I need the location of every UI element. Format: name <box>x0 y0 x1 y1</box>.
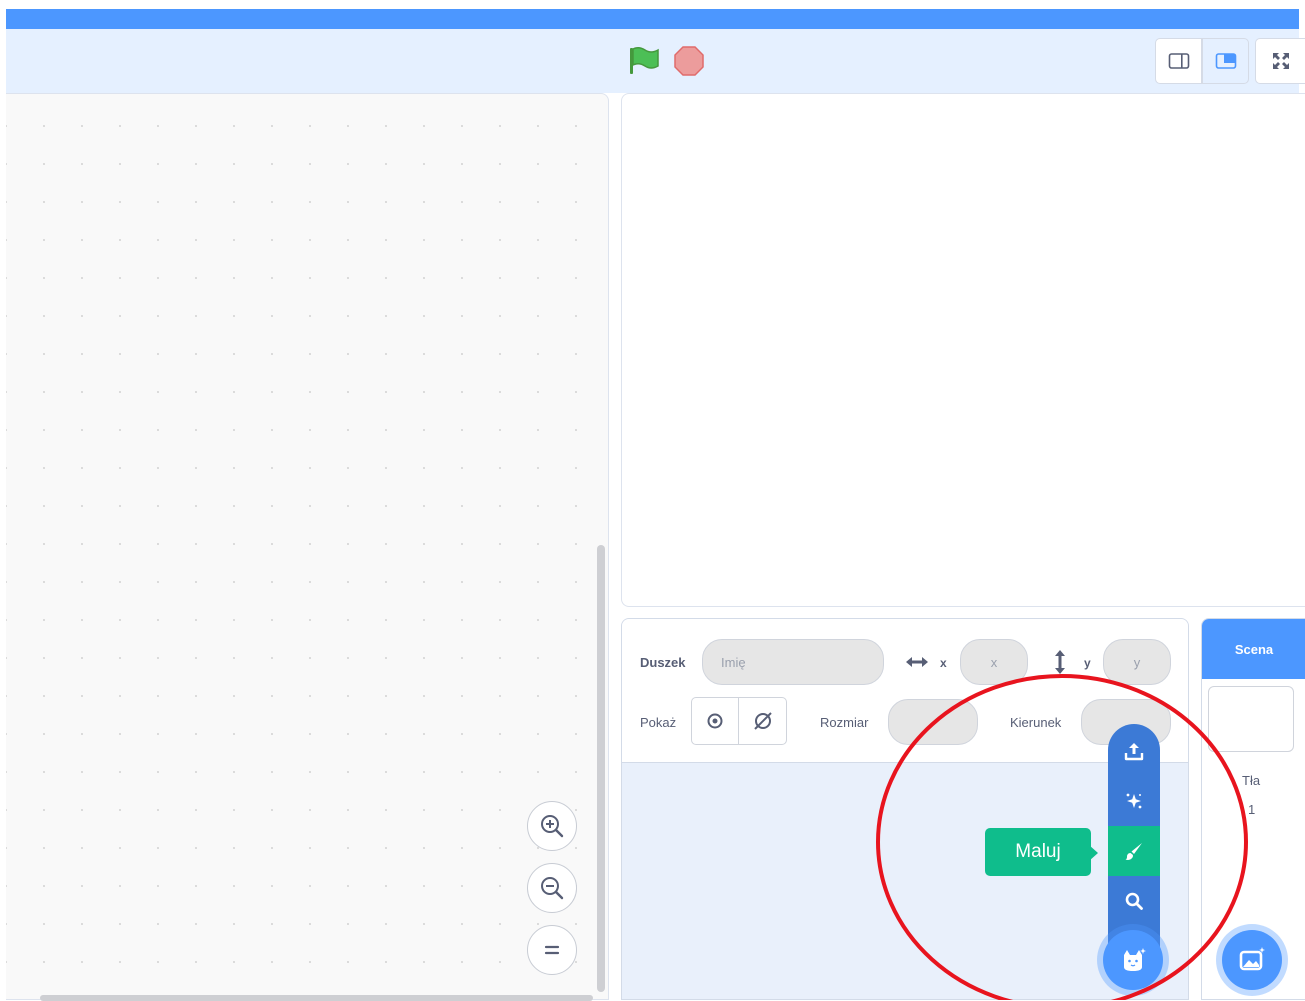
code-workspace[interactable] <box>6 93 609 1000</box>
stage-thumbnail[interactable] <box>1208 686 1294 752</box>
fullscreen-button[interactable] <box>1255 38 1305 84</box>
stop-icon <box>674 46 704 76</box>
eye-icon <box>707 713 723 729</box>
vertical-arrow-icon <box>1055 650 1065 674</box>
workspace-vertical-scrollbar[interactable] <box>597 545 605 992</box>
x-input[interactable]: x <box>960 639 1028 685</box>
y-input[interactable]: y <box>1103 639 1171 685</box>
sprite-name-placeholder: Imię <box>721 654 746 670</box>
choose-backdrop-button[interactable] <box>1222 930 1282 990</box>
zoom-out-button[interactable] <box>527 863 577 913</box>
show-sprite-button[interactable] <box>691 697 739 745</box>
normal-stage-icon <box>1215 53 1236 69</box>
show-label: Pokaż <box>640 715 677 730</box>
scene-header: Scena <box>1202 619 1305 679</box>
tooltip-arrow <box>1089 845 1098 861</box>
x-label: x <box>940 656 947 670</box>
sprite-pane: Duszek Imię x x y y Pokaż Rozmiar Kierun… <box>621 618 1189 1000</box>
workspace-horizontal-scrollbar[interactable] <box>40 995 593 1001</box>
horizontal-arrow-icon <box>906 657 928 667</box>
upload-sprite-button[interactable] <box>1108 726 1160 776</box>
sprite-name-input[interactable]: Imię <box>702 639 884 685</box>
fullscreen-icon <box>1272 53 1289 69</box>
menu-bar <box>6 9 1299 29</box>
backdrops-count: 1 <box>1248 802 1256 817</box>
eye-hidden-icon <box>753 712 772 730</box>
direction-label: Kierunek <box>1010 715 1062 730</box>
zoom-in-icon <box>541 815 564 838</box>
normal-stage-button[interactable] <box>1202 38 1249 84</box>
small-stage-icon <box>1168 53 1189 69</box>
size-label: Rozmiar <box>820 715 869 730</box>
zoom-in-button[interactable] <box>527 801 577 851</box>
green-flag-icon <box>630 46 659 74</box>
zoom-reset-button[interactable] <box>527 925 577 975</box>
sprite-label: Duszek <box>640 655 686 670</box>
small-stage-button[interactable] <box>1155 38 1202 84</box>
backdrops-label: Tła <box>1242 773 1261 788</box>
cat-icon <box>1124 948 1146 971</box>
green-flag-button[interactable] <box>627 44 661 78</box>
sprite-info: Duszek Imię x x y y Pokaż Rozmiar Kierun… <box>622 619 1188 763</box>
search-icon <box>1125 892 1143 910</box>
paint-sprite-button[interactable] <box>1108 826 1160 876</box>
upload-icon <box>1124 743 1144 761</box>
backdrop-icon <box>1239 947 1265 971</box>
x-placeholder: x <box>990 654 998 670</box>
search-sprite-button[interactable] <box>1108 876 1160 926</box>
choose-sprite-button[interactable] <box>1103 930 1163 990</box>
stage-canvas[interactable] <box>621 93 1305 607</box>
surprise-icon <box>1126 793 1142 809</box>
paint-tooltip: Maluj <box>985 828 1091 876</box>
y-label: y <box>1084 656 1091 670</box>
paint-icon <box>1125 843 1142 860</box>
zoom-out-icon <box>541 877 564 900</box>
y-placeholder: y <box>1133 654 1141 670</box>
size-input[interactable] <box>888 699 978 745</box>
stop-button[interactable] <box>673 45 705 77</box>
hide-sprite-button[interactable] <box>738 697 787 745</box>
zoom-reset-icon <box>544 945 560 955</box>
surprise-sprite-button[interactable] <box>1108 776 1160 826</box>
